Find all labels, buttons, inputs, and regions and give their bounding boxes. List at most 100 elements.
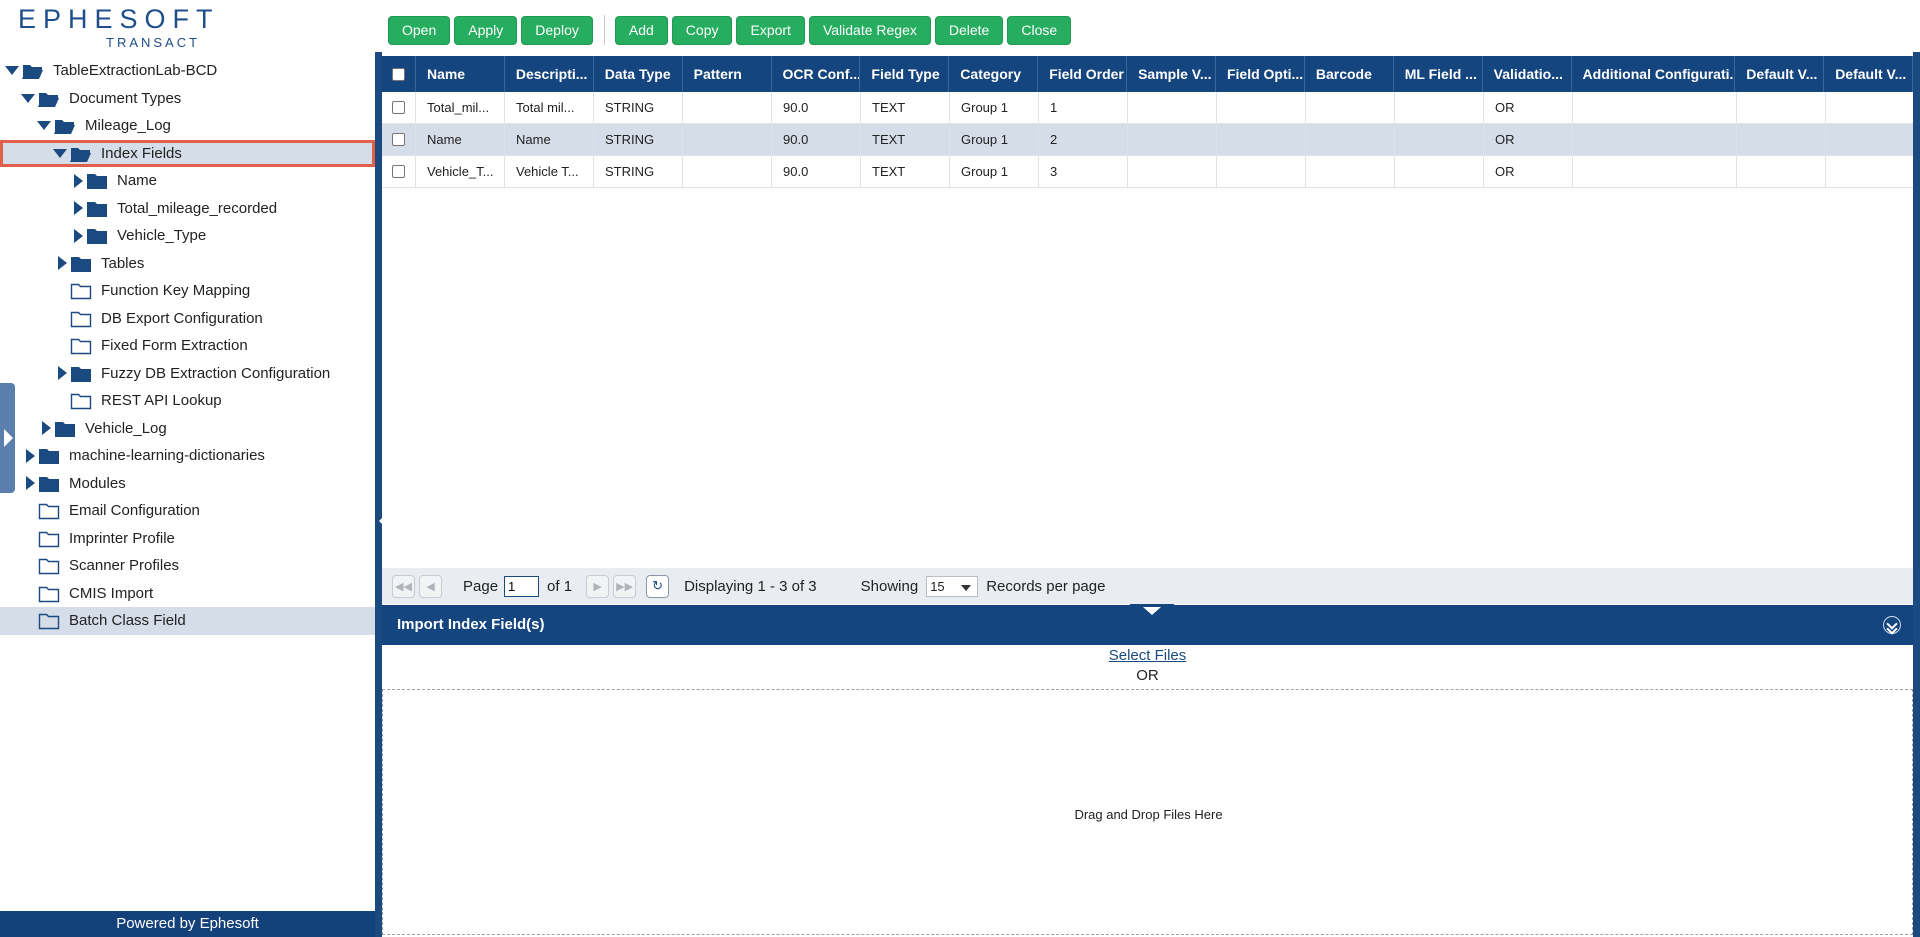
refresh-icon[interactable]: ↻ (646, 574, 670, 598)
collapse-toggle-icon[interactable] (21, 85, 35, 112)
table-cell[interactable]: Group 1 (950, 124, 1039, 155)
table-row[interactable]: Name Name STRING 90.0 TEXT Group 1 2 OR (382, 124, 1915, 156)
table-cell[interactable] (1826, 156, 1915, 187)
column-header[interactable]: ML Field ... (1394, 56, 1483, 92)
column-header[interactable]: Sample V... (1127, 56, 1216, 92)
records-per-page-select[interactable]: 15 (926, 575, 979, 597)
expand-toggle-icon[interactable] (55, 250, 69, 277)
column-header[interactable]: Field Type (860, 56, 950, 92)
column-header[interactable]: Barcode (1305, 56, 1394, 92)
table-cell[interactable]: Group 1 (950, 92, 1039, 123)
add-button[interactable]: Add (614, 15, 668, 45)
column-header[interactable]: Default V... (1824, 56, 1914, 92)
table-cell[interactable]: Vehicle_T... (416, 156, 505, 187)
tree-node-name[interactable]: Name (0, 167, 375, 195)
tree-node-function-key-mapping[interactable]: Function Key Mapping (0, 277, 375, 305)
tree-node-total-mileage[interactable]: Total_mileage_recorded (0, 195, 375, 223)
select-files-link[interactable]: Select Files (382, 647, 1913, 664)
table-cell[interactable]: STRING (594, 124, 683, 155)
collapse-toggle-icon[interactable] (53, 140, 67, 167)
column-header[interactable]: Additional Configurati... (1572, 56, 1736, 92)
row-checkbox[interactable] (382, 156, 416, 187)
tree-node-fuzzy-db[interactable]: Fuzzy DB Extraction Configuration (0, 360, 375, 388)
table-cell[interactable]: STRING (594, 156, 683, 187)
copy-button[interactable]: Copy (671, 15, 733, 45)
table-cell[interactable]: OR (1484, 124, 1573, 155)
tree-node-scanner[interactable]: Scanner Profiles (0, 552, 375, 580)
table-cell[interactable] (1395, 92, 1484, 123)
collapse-toggle-icon[interactable] (5, 57, 19, 84)
column-header[interactable]: Field Order (1038, 56, 1128, 92)
table-cell[interactable]: Vehicle T... (505, 156, 594, 187)
tree-node-fixed-form[interactable]: Fixed Form Extraction (0, 332, 375, 360)
prev-page-icon[interactable]: ◀ (419, 574, 442, 598)
expand-toggle-icon[interactable] (71, 167, 85, 194)
table-cell[interactable] (683, 156, 772, 187)
drop-zone[interactable]: Drag and Drop Files Here (382, 689, 1913, 935)
table-cell[interactable]: TEXT (861, 156, 950, 187)
table-row[interactable]: Total_mil... Total mil... STRING 90.0 TEXT Gr… (382, 92, 1915, 124)
table-cell[interactable] (1737, 156, 1826, 187)
next-page-icon[interactable]: ▶ (586, 574, 610, 598)
table-cell[interactable] (1395, 124, 1484, 155)
table-cell[interactable] (683, 92, 772, 123)
table-cell[interactable]: TEXT (861, 92, 950, 123)
column-header[interactable]: Pattern (683, 56, 772, 92)
table-cell[interactable]: 90.0 (772, 156, 861, 187)
table-cell[interactable]: Group 1 (950, 156, 1039, 187)
apply-button[interactable]: Apply (454, 15, 518, 45)
table-cell[interactable]: 2 (1039, 124, 1128, 155)
expand-side-panel-tab[interactable] (0, 383, 15, 493)
table-cell[interactable] (1306, 124, 1395, 155)
table-cell[interactable]: OR (1484, 156, 1573, 187)
select-all-checkbox[interactable] (382, 56, 416, 92)
panel-splitter[interactable] (375, 52, 382, 937)
table-cell[interactable] (1306, 92, 1395, 123)
tree-node-email-config[interactable]: Email Configuration (0, 497, 375, 525)
table-cell[interactable]: OR (1484, 92, 1573, 123)
table-cell[interactable] (683, 124, 772, 155)
table-cell[interactable] (1306, 156, 1395, 187)
table-cell[interactable] (1826, 124, 1915, 155)
expand-toggle-icon[interactable] (71, 222, 85, 249)
table-cell[interactable] (1737, 124, 1826, 155)
expand-toggle-icon[interactable] (23, 442, 37, 469)
tree-node-modules[interactable]: Modules (0, 470, 375, 498)
column-header[interactable]: OCR Conf... (772, 56, 861, 92)
delete-button[interactable]: Delete (934, 15, 1004, 45)
tree-node-vehicle-type[interactable]: Vehicle_Type (0, 222, 375, 250)
tree-node-rest-api[interactable]: REST API Lookup (0, 387, 375, 415)
deploy-button[interactable]: Deploy (521, 15, 593, 45)
table-cell[interactable] (1573, 156, 1737, 187)
tree-node-document-types[interactable]: Document Types (0, 85, 375, 113)
export-button[interactable]: Export (736, 15, 805, 45)
tree-node-batch-class[interactable]: TableExtractionLab-BCD (0, 57, 375, 85)
first-page-icon[interactable]: ◀◀ (392, 574, 415, 598)
last-page-icon[interactable]: ▶▶ (613, 574, 637, 598)
column-header[interactable]: Name (416, 56, 505, 92)
row-checkbox[interactable] (382, 124, 416, 155)
table-cell[interactable]: Name (505, 124, 594, 155)
table-cell[interactable] (1128, 124, 1217, 155)
expand-toggle-icon[interactable] (23, 470, 37, 497)
open-button[interactable]: Open (388, 15, 451, 45)
import-panel-toggle-tab[interactable] (1130, 604, 1174, 616)
column-header[interactable]: Field Opti... (1216, 56, 1305, 92)
page-number-input[interactable] (504, 575, 540, 597)
table-cell[interactable]: 90.0 (772, 92, 861, 123)
tree-node-index-fields[interactable]: Index Fields (0, 139, 375, 167)
table-row[interactable]: Vehicle_T... Vehicle T... STRING 90.0 TEXT Gr… (382, 156, 1915, 188)
column-header[interactable]: Category (949, 56, 1039, 92)
table-cell[interactable] (1217, 92, 1306, 123)
table-cell[interactable] (1395, 156, 1484, 187)
expand-toggle-icon[interactable] (39, 415, 53, 442)
tree-node-mileage-log[interactable]: Mileage_Log (0, 112, 375, 140)
tree-node-imprinter[interactable]: Imprinter Profile (0, 525, 375, 553)
table-cell[interactable] (1573, 92, 1737, 123)
table-cell[interactable]: 3 (1039, 156, 1128, 187)
column-header[interactable]: Descripti... (505, 56, 594, 92)
table-cell[interactable]: 1 (1039, 92, 1128, 123)
table-cell[interactable]: TEXT (861, 124, 950, 155)
table-cell[interactable] (1128, 156, 1217, 187)
table-cell[interactable]: Total_mil... (416, 92, 505, 123)
